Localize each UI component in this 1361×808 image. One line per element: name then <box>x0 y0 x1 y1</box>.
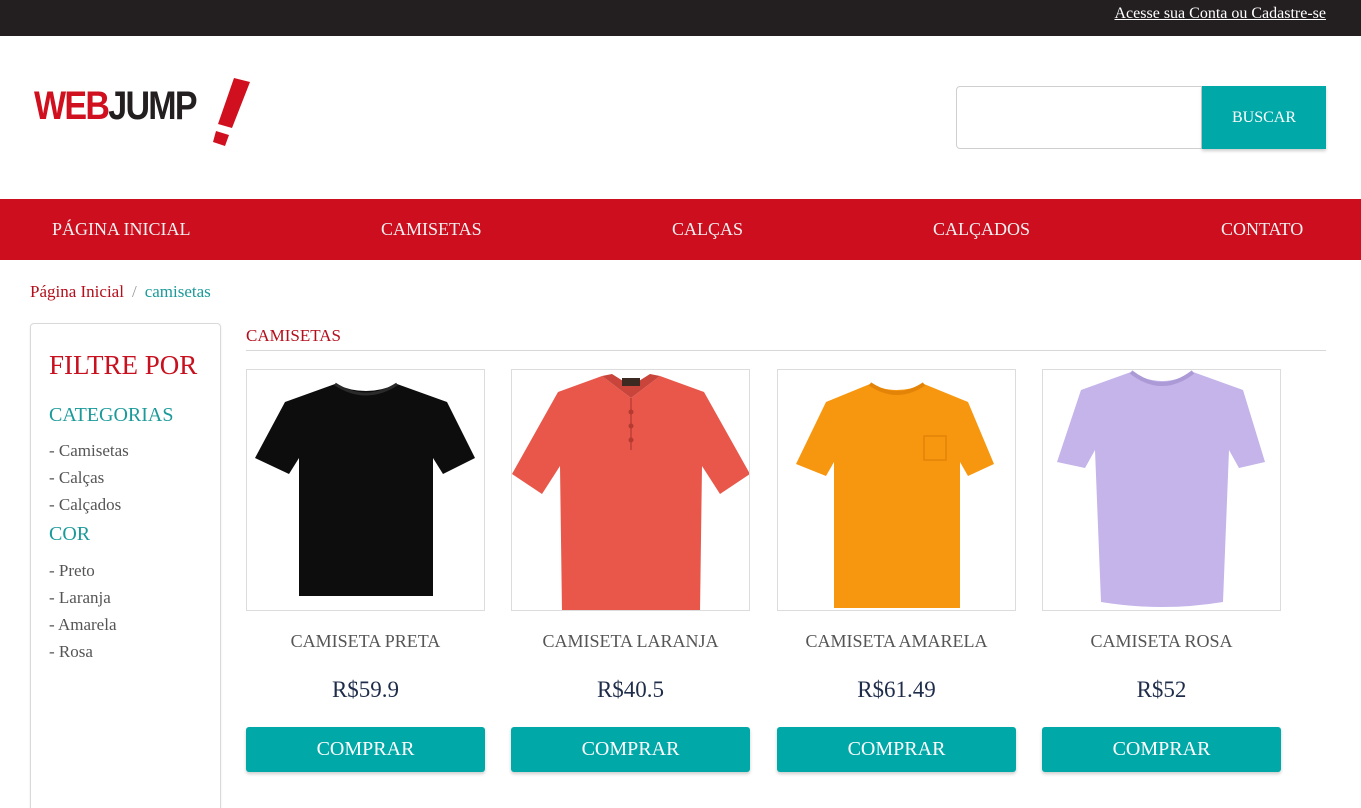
account-signup-link[interactable]: Acesse sua Conta ou Cadastre-se <box>1115 5 1327 23</box>
product-card: CAMISETA ROSA R$52 COMPRAR <box>1042 369 1281 779</box>
main-nav: PÁGINA INICIAL CAMISETAS CALÇAS CALÇADOS… <box>0 199 1361 260</box>
product-image[interactable] <box>1042 369 1281 611</box>
product-name[interactable]: CAMISETA PRETA <box>246 631 485 652</box>
nav-item-home[interactable]: PÁGINA INICIAL <box>52 219 191 240</box>
filter-color-rosa[interactable]: - Rosa <box>49 642 93 662</box>
lavender-tshirt-icon <box>1057 370 1265 607</box>
product-image[interactable] <box>777 369 1016 611</box>
top-bar: Acesse sua Conta ou Cadastre-se <box>0 0 1361 36</box>
red-polo-shirt-icon <box>512 374 749 610</box>
breadcrumb-current: camisetas <box>144 282 211 301</box>
logo-text-web: WEB <box>34 84 110 128</box>
filter-color-amarela[interactable]: - Amarela <box>49 615 117 635</box>
breadcrumb-separator: / <box>131 282 137 301</box>
search-input[interactable] <box>956 86 1202 149</box>
buy-button[interactable]: COMPRAR <box>1042 727 1281 772</box>
nav-item-calcas[interactable]: CALÇAS <box>672 219 743 240</box>
product-name[interactable]: CAMISETA AMARELA <box>777 631 1016 652</box>
filter-title: FILTRE POR <box>49 350 198 380</box>
breadcrumb-home-link[interactable]: Página Inicial <box>30 282 124 301</box>
section-title: CAMISETAS <box>246 326 341 345</box>
filter-category-camisetas[interactable]: - Camisetas <box>49 441 129 461</box>
search-form: BUSCAR <box>956 86 1326 149</box>
orange-tshirt-icon <box>796 382 994 608</box>
categories-heading: CATEGORIAS <box>49 404 174 426</box>
filter-sidebar: FILTRE POR CATEGORIAS - Camisetas - Calç… <box>30 323 221 808</box>
nav-item-calcados[interactable]: CALÇADOS <box>933 219 1030 240</box>
color-heading: COR <box>49 523 91 545</box>
breadcrumb: Página Inicial / camisetas <box>30 282 211 302</box>
buy-button[interactable]: COMPRAR <box>246 727 485 772</box>
product-price: R$40.5 <box>596 677 665 702</box>
black-tshirt-icon <box>255 382 475 596</box>
nav-item-contato[interactable]: CONTATO <box>1221 219 1303 240</box>
product-image[interactable] <box>511 369 750 611</box>
product-card: CAMISETA PRETA R$59.9 COMPRAR <box>246 369 485 779</box>
nav-item-camisetas[interactable]: CAMISETAS <box>381 219 482 240</box>
filter-category-calcados[interactable]: - Calçados <box>49 495 121 515</box>
product-name[interactable]: CAMISETA LARANJA <box>511 631 750 652</box>
product-image[interactable] <box>246 369 485 611</box>
buy-button[interactable]: COMPRAR <box>777 727 1016 772</box>
logo-exclamation-icon <box>213 78 250 146</box>
buy-button[interactable]: COMPRAR <box>511 727 750 772</box>
filter-color-laranja[interactable]: - Laranja <box>49 588 111 608</box>
webjump-logo[interactable]: WEBJUMP <box>34 76 254 148</box>
product-price: R$61.49 <box>857 677 936 702</box>
logo-text-jump: JUMP <box>108 84 197 128</box>
section-divider <box>246 350 1326 351</box>
product-price: R$52 <box>1136 677 1187 702</box>
product-card: CAMISETA LARANJA R$40.5 COMPRAR <box>511 369 750 779</box>
header: WEBJUMP BUSCAR <box>0 36 1361 199</box>
search-button[interactable]: BUSCAR <box>1202 86 1326 149</box>
product-name[interactable]: CAMISETA ROSA <box>1042 631 1281 652</box>
filter-color-preto[interactable]: - Preto <box>49 561 95 581</box>
product-card: CAMISETA AMARELA R$61.49 COMPRAR <box>777 369 1016 779</box>
filter-category-calcas[interactable]: - Calças <box>49 468 104 488</box>
product-price: R$59.9 <box>331 677 400 702</box>
